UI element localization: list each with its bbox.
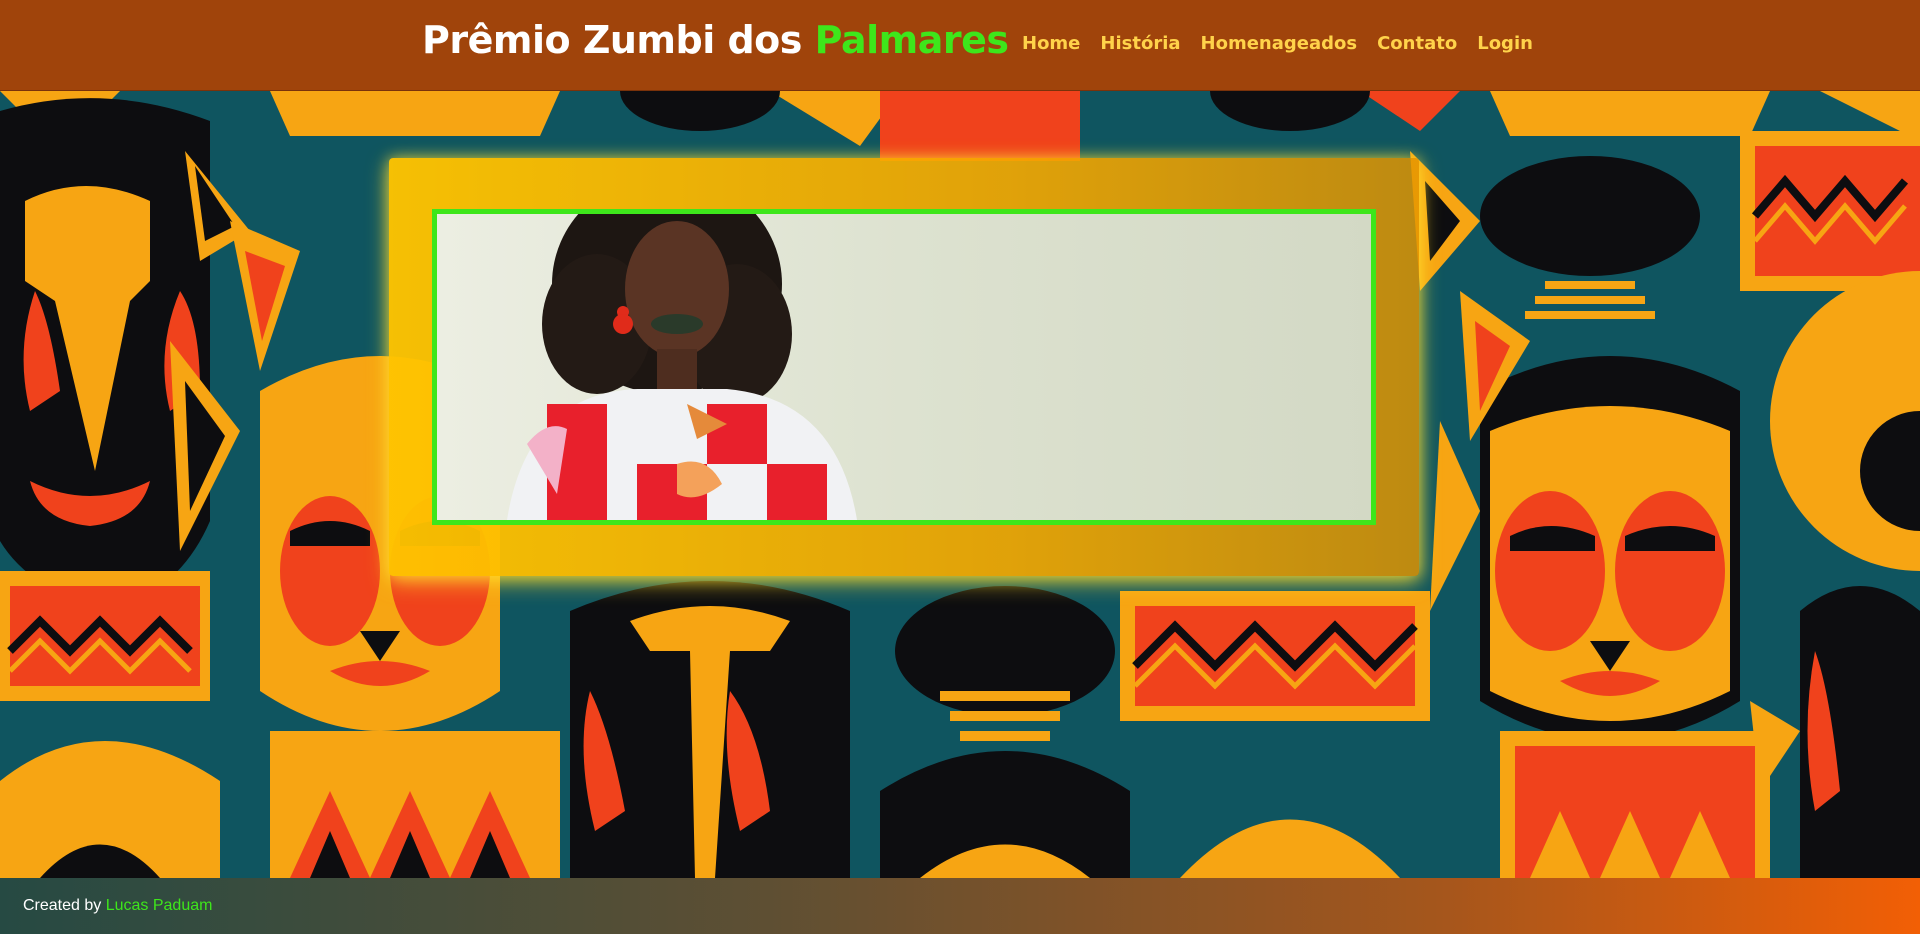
site-footer: Created by Lucas Paduam xyxy=(0,878,1920,934)
woman-portrait-photo-icon xyxy=(437,214,1371,520)
nav-login[interactable]: Login xyxy=(1477,33,1533,54)
footer-author-link[interactable]: Lucas Paduam xyxy=(106,897,213,914)
hero-image xyxy=(432,209,1376,525)
site-header: Prêmio Zumbi dos Palmares Home História … xyxy=(0,0,1920,91)
nav-contato[interactable]: Contato xyxy=(1377,33,1457,54)
nav-homenageados[interactable]: Homenageados xyxy=(1201,33,1358,54)
site-title[interactable]: Prêmio Zumbi dos Palmares xyxy=(422,18,1009,62)
site-title-main: Prêmio Zumbi dos xyxy=(422,18,815,62)
nav-historia[interactable]: História xyxy=(1100,33,1180,54)
main-nav: Home História Homenageados Contato Login xyxy=(1022,33,1533,54)
site-title-accent: Palmares xyxy=(814,18,1009,62)
footer-credit: Created by Lucas Paduam xyxy=(23,897,212,915)
nav-home[interactable]: Home xyxy=(1022,33,1080,54)
footer-credit-prefix: Created by xyxy=(23,897,106,914)
